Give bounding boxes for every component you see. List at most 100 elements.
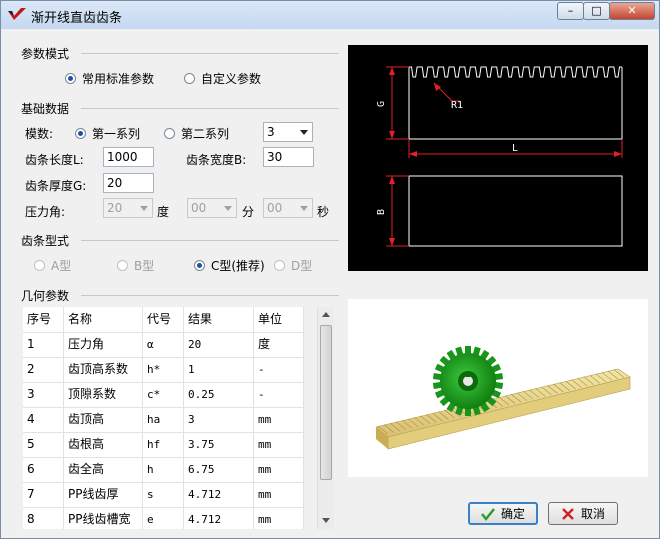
radio-label: 第二系列 xyxy=(181,127,230,141)
table-cell: 3 xyxy=(184,407,254,432)
module-label: 模数: xyxy=(25,127,54,141)
table-cell: ha xyxy=(143,407,184,432)
table-cell: 顶隙系数 xyxy=(64,382,143,407)
geometry-table: 序号 名称 代号 结果 单位 1 压力角 α 20 度 2 齿顶高系数 h* 1… xyxy=(23,307,304,529)
table-cell: 20 xyxy=(184,332,254,357)
radio-series-2[interactable]: 第二系列 xyxy=(164,125,229,142)
check-icon xyxy=(481,507,495,521)
radio-label: D型 xyxy=(291,259,313,273)
table-row[interactable]: 4 齿顶高 ha 3 mm xyxy=(23,407,304,433)
ok-button-label: 确定 xyxy=(500,507,525,521)
table-cell: 1 xyxy=(184,357,254,382)
divider xyxy=(81,53,339,54)
maximize-button[interactable]: □ xyxy=(583,2,610,20)
table-cell: mm xyxy=(254,482,304,507)
table-cell: e xyxy=(143,507,184,529)
thickness-input[interactable]: 20 xyxy=(103,173,154,193)
table-cell: 7 xyxy=(23,482,64,507)
table-cell: - xyxy=(254,382,304,407)
table-cell: mm xyxy=(254,507,304,529)
table-cell: - xyxy=(254,357,304,382)
table-row[interactable]: 6 齿全高 h 6.75 mm xyxy=(23,457,304,483)
table-cell: mm xyxy=(254,407,304,432)
window-title: 渐开线直齿齿条 xyxy=(31,11,123,26)
table-cell: 3.75 xyxy=(184,432,254,457)
degree-value: 20 xyxy=(107,201,123,215)
radio-custom-params[interactable]: 自定义参数 xyxy=(184,70,261,87)
radio-dot xyxy=(117,260,128,271)
divider xyxy=(81,240,339,241)
app-logo-icon xyxy=(8,8,26,20)
table-cell: 5 xyxy=(23,432,64,457)
table-cell: 4 xyxy=(23,407,64,432)
length-input[interactable]: 1000 xyxy=(103,147,154,167)
table-cell: mm xyxy=(254,432,304,457)
radio-series-1[interactable]: 第一系列 xyxy=(75,125,140,142)
dialog-window: 渐开线直齿齿条 – □ ✕ 参数模式 常用标准参数 自定义参数 基础数据 模数:… xyxy=(0,0,660,539)
minute-unit: 分 xyxy=(242,205,255,219)
table-row[interactable]: 5 齿根高 hf 3.75 mm xyxy=(23,432,304,458)
table-cell: α xyxy=(143,332,184,357)
chevron-down-icon xyxy=(300,206,308,211)
radio-type-b[interactable]: B型 xyxy=(117,257,154,274)
pressure-degree-select[interactable]: 20 xyxy=(103,198,153,218)
table-cell: 6 xyxy=(23,457,64,482)
width-input[interactable]: 30 xyxy=(263,147,314,167)
radio-dot xyxy=(164,128,175,139)
module-select[interactable]: 3 xyxy=(263,122,313,142)
table-row[interactable]: 7 PP线齿厚 s 4.712 mm xyxy=(23,482,304,508)
radio-standard-params[interactable]: 常用标准参数 xyxy=(65,70,154,87)
table-row[interactable]: 8 PP线齿槽宽 e 4.712 mm xyxy=(23,507,304,529)
radio-label: 常用标准参数 xyxy=(82,72,155,86)
minimize-button[interactable]: – xyxy=(557,2,584,20)
column-header-name[interactable]: 名称 xyxy=(64,307,143,332)
table-row[interactable]: 3 顶隙系数 c* 0.25 - xyxy=(23,382,304,408)
table-row[interactable]: 1 压力角 α 20 度 xyxy=(23,332,304,358)
table-cell: h xyxy=(143,457,184,482)
table-header-row: 序号 名称 代号 结果 单位 xyxy=(23,307,304,333)
radio-dot xyxy=(184,73,195,84)
cancel-button-label: 取消 xyxy=(580,507,605,521)
drawing-canvas: G R1 L B xyxy=(376,66,623,247)
radio-type-c[interactable]: C型(推荐) xyxy=(194,257,265,274)
ok-button[interactable]: 确定 xyxy=(468,502,538,525)
rack-type-label: 齿条型式 xyxy=(21,234,70,248)
column-header-unit[interactable]: 单位 xyxy=(254,307,304,332)
radio-type-d[interactable]: D型 xyxy=(274,257,312,274)
radio-label: 第一系列 xyxy=(92,127,141,141)
dim-label-r1: R1 xyxy=(451,100,463,111)
basic-data-label: 基础数据 xyxy=(21,102,70,116)
dim-label-g: G xyxy=(376,101,387,107)
close-button[interactable]: ✕ xyxy=(609,2,655,20)
chevron-down-icon xyxy=(224,206,232,211)
divider xyxy=(81,108,339,109)
cancel-button[interactable]: 取消 xyxy=(548,502,618,525)
table-row[interactable]: 2 齿顶高系数 h* 1 - xyxy=(23,357,304,383)
geometry-label: 几何参数 xyxy=(21,289,70,303)
table-cell: 4.712 xyxy=(184,482,254,507)
table-cell: 0.25 xyxy=(184,382,254,407)
table-cell: s xyxy=(143,482,184,507)
gear-rack-illustration xyxy=(375,346,631,450)
pressure-second-select[interactable]: 00 xyxy=(263,198,313,218)
x-icon xyxy=(562,507,574,520)
pressure-minute-select[interactable]: 00 xyxy=(187,198,237,218)
table-cell: hf xyxy=(143,432,184,457)
radio-type-a[interactable]: A型 xyxy=(34,257,71,274)
column-header-index[interactable]: 序号 xyxy=(23,307,64,332)
scroll-up-icon[interactable] xyxy=(318,307,334,323)
column-header-result[interactable]: 结果 xyxy=(184,307,254,332)
chevron-down-icon xyxy=(140,206,148,211)
dim-label-l: L xyxy=(512,143,518,154)
table-cell: 齿顶高系数 xyxy=(64,357,143,382)
table-scrollbar[interactable] xyxy=(317,307,334,529)
radio-label: B型 xyxy=(134,259,155,273)
degree-unit: 度 xyxy=(157,205,170,219)
second-unit: 秒 xyxy=(317,205,330,219)
table-cell: PP线齿槽宽 xyxy=(64,507,143,529)
column-header-symbol[interactable]: 代号 xyxy=(143,307,184,332)
scrollbar-thumb[interactable] xyxy=(320,325,332,480)
table-cell: c* xyxy=(143,382,184,407)
table-cell: 4.712 xyxy=(184,507,254,529)
scroll-down-icon[interactable] xyxy=(318,513,334,529)
